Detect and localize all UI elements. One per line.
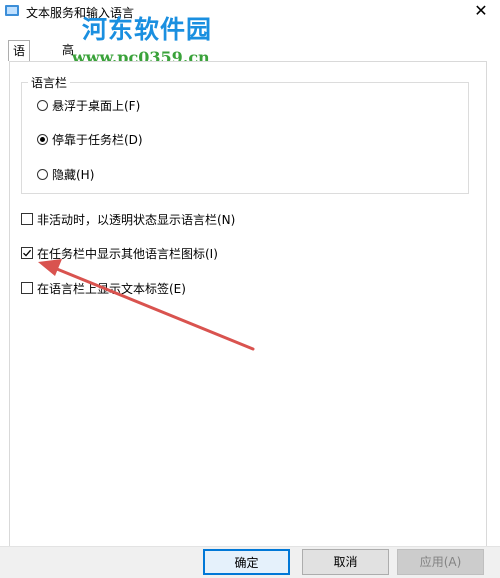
- checkbox[interactable]: [21, 247, 33, 259]
- checkbox[interactable]: [21, 282, 33, 294]
- watermark-logo: 河东软件园: [82, 15, 213, 44]
- checkmark-icon: [23, 249, 32, 257]
- checkbox[interactable]: [21, 213, 33, 225]
- close-icon[interactable]: ✕: [472, 2, 490, 20]
- checkbox-label: 非活动时，以透明状态显示语言栏(N): [37, 212, 236, 227]
- radio-label: 悬浮于桌面上(F): [52, 98, 141, 113]
- radio-float-on-desktop[interactable]: 悬浮于桌面上(F): [37, 97, 140, 113]
- checkbox-label: 在语言栏上显示文本标签(E): [37, 281, 186, 296]
- app-icon: [5, 5, 19, 16]
- title-bar: 文本服务和输入语言 ✕: [0, 0, 500, 26]
- ok-button[interactable]: 确定: [203, 549, 290, 575]
- checkbox-transparent-when-inactive[interactable]: 非活动时，以透明状态显示语言栏(N): [21, 211, 235, 227]
- radio-dock-in-taskbar[interactable]: 停靠于任务栏(D): [37, 131, 143, 147]
- apply-button[interactable]: 应用(A): [397, 549, 484, 575]
- checkbox-label: 在任务栏中显示其他语言栏图标(I): [37, 246, 218, 261]
- tab-advanced-key-settings[interactable]: 高级键设置: [58, 40, 78, 137]
- checkbox-show-text-labels[interactable]: 在语言栏上显示文本标签(E): [21, 280, 186, 296]
- language-bar-group-legend: 语言栏: [28, 74, 71, 91]
- radio-label: 停靠于任务栏(D): [52, 132, 143, 147]
- radio-label: 隐藏(H): [52, 167, 95, 182]
- radio-hidden[interactable]: 隐藏(H): [37, 166, 94, 182]
- radio-button[interactable]: [37, 168, 48, 180]
- radio-button[interactable]: [37, 99, 48, 111]
- cancel-button[interactable]: 取消: [302, 549, 389, 575]
- checkbox-show-additional-icons[interactable]: 在任务栏中显示其他语言栏图标(I): [21, 245, 218, 261]
- tab-language-bar[interactable]: 语言栏: [8, 40, 31, 98]
- radio-button[interactable]: [37, 133, 48, 145]
